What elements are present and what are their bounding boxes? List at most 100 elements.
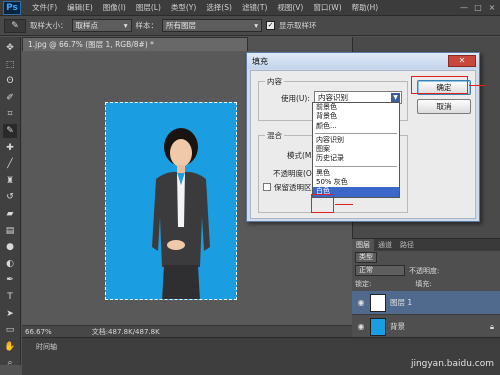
menu-view[interactable]: 视图(V) xyxy=(272,0,308,16)
chevron-down-icon: ▾ xyxy=(123,21,128,30)
doc-info: 文档:487.8K/487.8K xyxy=(91,327,160,336)
person-figure xyxy=(152,128,210,299)
layers-filter-row: 类型 xyxy=(352,251,500,264)
dodge-tool-icon[interactable]: ◐ xyxy=(3,257,17,271)
eraser-tool-icon[interactable]: ▰ xyxy=(3,207,17,221)
close-window-button[interactable]: × xyxy=(486,2,498,13)
option-color[interactable]: 颜色... xyxy=(313,122,399,131)
layers-tabs: 图层 通道 路径 xyxy=(352,239,500,251)
dropdown-separator xyxy=(315,165,397,167)
history-brush-icon[interactable]: ↺ xyxy=(3,190,17,204)
pen-tool-icon[interactable]: ✒ xyxy=(3,273,17,287)
lasso-tool-icon[interactable]: ʘ xyxy=(3,74,17,88)
status-bar: 66.67% 文档:487.8K/487.8K xyxy=(22,325,352,337)
menu-edit[interactable]: 编辑(E) xyxy=(62,0,98,16)
layer-name: 背景 xyxy=(390,322,405,331)
quick-select-tool-icon[interactable]: ✐ xyxy=(3,91,17,105)
zoom-level[interactable]: 66.67% xyxy=(25,328,52,336)
watermark-text: jingyan.baidu.com xyxy=(410,359,494,369)
dialog-title: 填充 xyxy=(252,56,268,66)
minimize-button[interactable]: — xyxy=(458,2,470,13)
marquee-tool-icon[interactable]: ⬚ xyxy=(3,58,17,72)
tab-paths[interactable]: 路径 xyxy=(396,239,418,251)
tab-channels[interactable]: 通道 xyxy=(374,239,396,251)
sample-size-value: 取样点 xyxy=(75,21,99,30)
clone-stamp-icon[interactable]: ♜ xyxy=(3,174,17,188)
gradient-tool-icon[interactable]: ▤ xyxy=(3,224,17,238)
ok-highlight-box xyxy=(411,76,468,94)
ok-highlight-arrow xyxy=(469,85,485,86)
fill-label: 填充: xyxy=(415,279,432,288)
layers-panel: 图层 通道 路径 类型 正常 不透明度: 锁定: 填充: ◉ 图层 1 ◉ 背景… xyxy=(352,238,500,339)
menu-type[interactable]: 类型(Y) xyxy=(166,0,201,16)
brush-tool-icon[interactable]: ╱ xyxy=(3,157,17,171)
menu-select[interactable]: 选择(S) xyxy=(201,0,237,16)
menu-file[interactable]: 文件(F) xyxy=(27,0,62,16)
option-black[interactable]: 黑色 xyxy=(313,169,399,178)
healing-brush-icon[interactable]: ✚ xyxy=(3,141,17,155)
layer-row-background[interactable]: ◉ 背景 🔒︎ xyxy=(352,315,500,339)
window-controls: — □ × xyxy=(458,2,498,13)
eye-icon[interactable]: ◉ xyxy=(356,298,366,307)
white-option-highlight-box xyxy=(311,194,334,213)
menu-filter[interactable]: 滤镜(T) xyxy=(237,0,272,16)
photoshop-logo: Ps xyxy=(3,0,21,15)
chevron-down-icon: ▾ xyxy=(254,21,258,30)
menu-layer[interactable]: 图层(L) xyxy=(131,0,166,16)
use-value: 内容识别 xyxy=(318,93,348,102)
sample-size-label: 取样大小： xyxy=(30,21,68,30)
crop-tool-icon[interactable]: ⌗ xyxy=(3,107,17,121)
maximize-button[interactable]: □ xyxy=(472,2,484,13)
eyedropper-tool-icon[interactable]: ✎ xyxy=(3,123,17,138)
zoom-tool-icon[interactable]: ⌕ xyxy=(3,356,17,370)
dialog-close-button[interactable]: ✕ xyxy=(448,55,476,67)
cancel-button[interactable]: 取消 xyxy=(417,99,471,114)
tools-panel: ✥ ⬚ ʘ ✐ ⌗ ✎ ✚ ╱ ♜ ↺ ▰ ▤ ● ◐ ✒ T ➤ ▭ ✋ ⌕ xyxy=(0,37,21,368)
opacity-label: 不透明度(O): xyxy=(273,169,318,178)
sample-size-select[interactable]: 取样点 ▾ xyxy=(71,19,132,32)
lock-icon: 🔒︎ xyxy=(490,321,494,331)
lock-label: 锁定: xyxy=(355,279,372,288)
document-tab[interactable]: 1.jpg @ 66.7% (图层 1, RGB/8#) * xyxy=(22,37,248,51)
type-tool-icon[interactable]: T xyxy=(3,290,17,304)
preserve-transparency-checkbox[interactable] xyxy=(263,183,271,191)
kind-filter-select[interactable]: 类型 xyxy=(355,252,377,263)
tab-layers[interactable]: 图层 xyxy=(352,239,374,251)
chevron-down-icon: ▼ xyxy=(391,93,400,102)
use-dropdown-list: 前景色 背景色 颜色... 内容识别 图案 历史记录 黑色 50% 灰色 白色 xyxy=(312,102,400,198)
layers-lock-row: 锁定: 填充: xyxy=(352,277,500,290)
hand-tool-icon[interactable]: ✋ xyxy=(3,340,17,354)
options-bar: ✎ 取样大小： 取样点 ▾ 样本： 所有图层 ▾ ✓ 显示取样环 xyxy=(0,16,500,36)
menu-help[interactable]: 帮助(H) xyxy=(347,0,384,16)
path-select-icon[interactable]: ➤ xyxy=(3,307,17,321)
menu-items: 文件(F) 编辑(E) 图像(I) 图层(L) 类型(Y) 选择(S) 滤镜(T… xyxy=(27,0,383,16)
shape-tool-icon[interactable]: ▭ xyxy=(3,323,17,337)
layer-thumbnail xyxy=(370,317,386,336)
blend-mode-select[interactable]: 正常 xyxy=(355,265,405,276)
move-tool-icon[interactable]: ✥ xyxy=(3,41,17,55)
use-label: 使用(U): xyxy=(281,94,310,103)
blend-group-title: 混合 xyxy=(265,130,284,141)
menu-bar: Ps 文件(F) 编辑(E) 图像(I) 图层(L) 类型(Y) 选择(S) 滤… xyxy=(0,0,500,16)
option-content-aware[interactable]: 内容识别 xyxy=(313,136,399,145)
content-group-title: 内容 xyxy=(265,76,284,87)
sample-select[interactable]: 所有图层 ▾ xyxy=(162,19,262,32)
menu-window[interactable]: 窗口(W) xyxy=(308,0,346,16)
option-background[interactable]: 背景色 xyxy=(313,112,399,121)
eye-icon[interactable]: ◉ xyxy=(356,322,366,331)
dialog-titlebar[interactable]: 填充 ✕ xyxy=(247,53,479,69)
sample-label: 样本： xyxy=(135,21,159,30)
white-option-highlight-arrow xyxy=(335,204,353,205)
layer-name: 图层 1 xyxy=(390,298,413,307)
menu-image[interactable]: 图像(I) xyxy=(98,0,131,16)
layer-thumbnail xyxy=(370,293,386,312)
blur-tool-icon[interactable]: ● xyxy=(3,240,17,254)
show-ring-label: 显示取样环 xyxy=(279,21,317,30)
option-50-gray[interactable]: 50% 灰色 xyxy=(313,178,399,187)
show-ring-checkbox[interactable]: ✓ xyxy=(266,21,275,30)
eyedropper-icon[interactable]: ✎ xyxy=(4,18,26,33)
option-foreground[interactable]: 前景色 xyxy=(313,103,399,112)
layer-row-1[interactable]: ◉ 图层 1 xyxy=(352,291,500,315)
option-history[interactable]: 历史记录 xyxy=(313,154,399,163)
opacity-label: 不透明度: xyxy=(409,266,440,275)
